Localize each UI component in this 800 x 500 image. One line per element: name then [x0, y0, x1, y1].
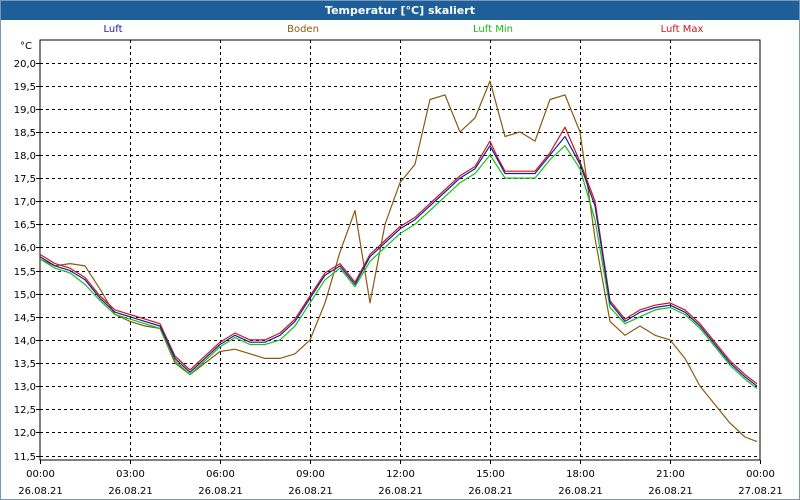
y-tick-label: 17,0	[14, 197, 36, 208]
x-tick-time-label: 00:00	[746, 469, 775, 480]
x-tick-time-label: 15:00	[476, 469, 505, 480]
x-tick-time-label: 21:00	[656, 469, 685, 480]
x-tick-time-label: 12:00	[386, 469, 415, 480]
y-axis-unit-label: °C	[20, 41, 32, 52]
y-tick-label: 19,0	[14, 105, 36, 116]
y-tick-label: 16,0	[14, 243, 36, 254]
x-tick-date-label: 26.08.21	[468, 486, 513, 497]
x-tick-date-label: 26.08.21	[558, 486, 603, 497]
y-tick-label: 16,5	[14, 220, 36, 231]
y-tick-label: 15,0	[14, 290, 36, 301]
x-tick-time-label: 00:00	[26, 469, 55, 480]
x-tick-date-label: 27.08.21	[738, 486, 783, 497]
line-chart: °C 11,5 12,0 12,5 13,0 13,5 14,0 14,5 15,0 15,5 16…	[14, 39, 783, 497]
y-tick-label: 14,0	[14, 336, 36, 347]
x-tick-date-label: 26.08.21	[18, 486, 63, 497]
y-tick-label: 12,0	[14, 428, 36, 439]
x-tick-date-label: 26.08.21	[378, 486, 423, 497]
x-tick-time-label: 09:00	[296, 469, 325, 480]
x-tick-date-label: 26.08.21	[198, 486, 243, 497]
y-tick-label: 18,0	[14, 151, 36, 162]
x-tick-date-label: 26.08.21	[648, 486, 693, 497]
x-tick-time-label: 18:00	[566, 469, 595, 480]
y-tick-label: 19,5	[14, 82, 36, 93]
y-tick-label: 11,5	[14, 452, 36, 463]
x-tick-date-label: 26.08.21	[108, 486, 153, 497]
y-tick-label: 13,5	[14, 359, 36, 370]
y-tick-label: 17,5	[14, 174, 36, 185]
x-tick-time-label: 06:00	[206, 469, 235, 480]
y-tick-label: 14,5	[14, 313, 36, 324]
y-tick-label: 15,5	[14, 267, 36, 278]
y-tick-label: 18,5	[14, 128, 36, 139]
x-tick-time-label: 03:00	[116, 469, 145, 480]
x-tick-date-label: 26.08.21	[288, 486, 333, 497]
y-tick-label: 13,0	[14, 382, 36, 393]
y-tick-label: 20,0	[14, 59, 36, 70]
y-tick-label: 12,5	[14, 405, 36, 416]
